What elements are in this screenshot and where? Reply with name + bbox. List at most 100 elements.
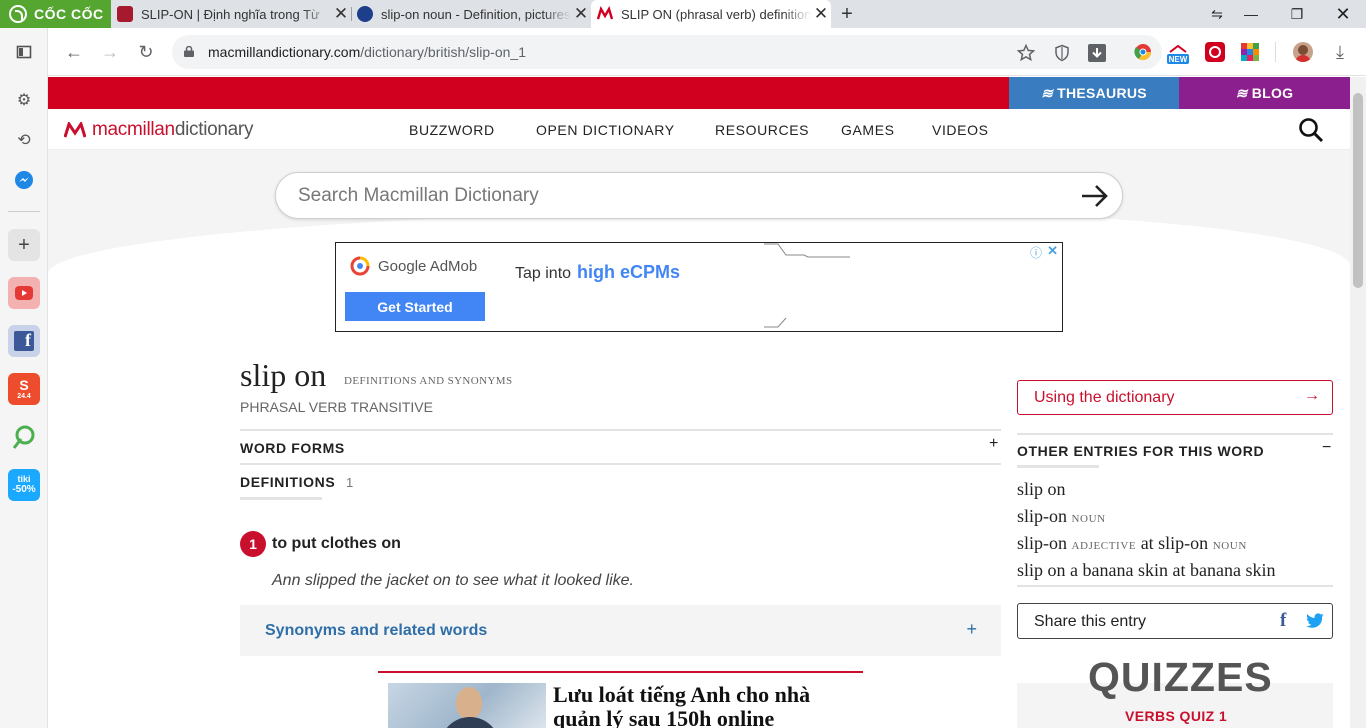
facebook-app-icon[interactable]: f [8,325,40,357]
youtube-app-icon[interactable] [8,277,40,309]
ad-tagline: Tap into high eCPMs [515,262,681,282]
shopee-app-icon[interactable]: S 24.4 [8,373,40,405]
sidebar-add-button[interactable]: + [8,229,40,261]
nav-open-dictionary[interactable]: OPEN DICTIONARY [536,122,675,138]
cambridge-favicon-icon [117,6,133,22]
close-window-button[interactable]: ✕ [1320,0,1366,28]
synonyms-plus-icon[interactable]: + [966,619,977,640]
nav-resources[interactable]: RESOURCES [715,122,809,138]
tab-bar: CỐC CỐC SLIP-ON | Định nghĩa trong Từ ✕ … [0,0,1366,28]
scrollbar-thumb[interactable] [1353,93,1363,288]
header-search-icon[interactable] [1298,117,1324,143]
logo-text-macmillan: macmillan [92,119,175,140]
ad-close-icon[interactable]: ✕ [1047,243,1058,259]
tiki-app-icon[interactable]: tiki -50% [8,469,40,501]
new-badge-extension-icon[interactable]: NEW [1166,44,1190,64]
forward-button[interactable]: → [98,40,122,64]
browser-sidebar: ⚙ ⟲ + f S 24.4 tiki -50% [0,28,48,728]
history-icon[interactable]: ⟲ [12,128,36,152]
brand-label: CỐC CỐC [34,6,104,22]
pos-label: PHRASAL VERB [240,399,347,415]
bookmark-star-icon[interactable] [1017,44,1035,62]
color-grid-extension-icon[interactable] [1240,42,1260,62]
macmillan-logo-icon [64,122,86,138]
promo-image-body [440,717,500,728]
dictionary-search-box [275,172,1123,219]
tab-3-close-icon[interactable]: ✕ [811,4,831,24]
download-video-icon[interactable] [1088,44,1106,62]
blog-label: BLOG [1251,85,1294,101]
minimize-button[interactable]: — [1228,0,1274,28]
definitions-count: 1 [346,475,354,490]
back-button[interactable]: ← [62,40,86,64]
address-bar[interactable]: macmillandictionary.com/dictionary/briti… [172,35,1162,69]
word-forms-plus-icon[interactable]: + [989,435,998,453]
tiki-label: tiki [17,474,31,484]
red-extension-icon[interactable] [1205,42,1225,62]
tab-1[interactable]: SLIP-ON | Định nghĩa trong Từ ✕ [111,0,352,28]
tab-2[interactable]: slip-on noun - Definition, pictures ✕ [351,0,592,28]
nav-games[interactable]: GAMES [841,122,895,138]
tiki-sale-label: -50% [12,484,36,495]
example-sentence: Ann slipped the jacket on to see what it… [272,572,634,589]
other-entries-collapse-icon[interactable]: − [1322,439,1331,457]
macmillan-favicon-icon [596,5,614,22]
other-entry-link[interactable]: slip-on ADJECTIVE at slip-on NOUN [1017,533,1247,554]
promo-image-head [456,687,482,719]
headword: slip on [240,357,327,393]
twitter-share-icon[interactable] [1306,613,1324,629]
other-entry-link[interactable]: slip on a banana skin at banana skin [1017,560,1275,581]
macmillan-logo[interactable]: macmillan dictionary [64,119,253,141]
tab-2-close-icon[interactable]: ✕ [571,4,591,24]
chrome-extension-icon[interactable] [1133,42,1153,62]
facebook-share-icon[interactable]: f [1280,610,1286,632]
search-submit-arrow-icon[interactable] [1080,182,1110,210]
nav-buzzword[interactable]: BUZZWORD [409,122,495,138]
quizzes-heading: QUIZZES [1088,654,1273,700]
admob-advertisement[interactable]: Google AdMob Get Started Tap into high eC… [335,242,1063,332]
definitions-heading: DEFINITIONS [240,474,336,490]
reload-button[interactable]: ↻ [134,40,158,64]
coccoc-menu-button[interactable]: CỐC CỐC [0,0,111,28]
blog-link[interactable]: ≋ BLOG [1179,77,1350,109]
other-entries-heading: OTHER ENTRIES FOR THIS WORD [1017,443,1265,459]
settings-gear-icon[interactable]: ⚙ [12,88,36,112]
ad-info-icon[interactable]: ⓘ [1030,244,1042,261]
downloads-icon[interactable]: ⤓ [1328,40,1352,64]
sidebar-separator [8,211,40,212]
admob-logo-icon [350,256,370,276]
share-entry-box: Share this entry f [1017,603,1333,639]
quiz-link[interactable]: VERBS QUIZ 1 [1125,708,1227,724]
ecosia-app-icon[interactable] [8,421,40,453]
url-text: macmillandictionary.com/dictionary/briti… [208,44,526,60]
shield-icon[interactable] [1053,44,1071,62]
promo-image[interactable] [388,683,546,728]
other-entry-link[interactable]: slip-on NOUN [1017,506,1106,527]
other-entry-link[interactable]: slip on [1017,479,1066,500]
blog-wave-icon: ≋ [1235,84,1248,101]
browser-toolbar: ← → ↻ macmillandictionary.com/dictionary… [48,28,1366,76]
word-forms-toggle[interactable]: WORD FORMS [240,440,345,456]
page-scrollbar[interactable] [1350,77,1366,728]
restore-button[interactable]: ❐ [1274,0,1320,28]
sense-definition: to put clothes on [272,535,401,552]
svg-text:NEW: NEW [1169,55,1188,64]
messenger-icon[interactable] [12,168,36,192]
new-tab-button[interactable]: + [836,3,858,25]
promo-headline[interactable]: Lưu loát tiếng Anh cho nhà quản lý sau 1… [553,683,853,728]
ad-decoration-lines [764,243,850,258]
divider [240,463,1001,465]
synonyms-panel[interactable]: Synonyms and related words + [240,605,1001,656]
using-the-dictionary-button[interactable]: Using the dictionary → [1017,380,1333,415]
dictionary-search-input[interactable] [298,183,1058,209]
tab-1-close-icon[interactable]: ✕ [331,4,351,24]
nav-videos[interactable]: VIDEOS [932,122,989,138]
thesaurus-wave-icon: ≋ [1041,84,1054,101]
get-started-button[interactable]: Get Started [345,292,485,321]
shopee-date-label: 24.4 [17,393,31,400]
sidebar-toggle-icon[interactable] [12,40,36,64]
tab-3-active[interactable]: SLIP ON (phrasal verb) definition ✕ [591,0,831,28]
profile-avatar[interactable] [1293,42,1313,62]
site-header: macmillan dictionary BUZZWORD OPEN DICTI… [48,109,1350,150]
thesaurus-link[interactable]: ≋ THESAURUS [1009,77,1179,109]
